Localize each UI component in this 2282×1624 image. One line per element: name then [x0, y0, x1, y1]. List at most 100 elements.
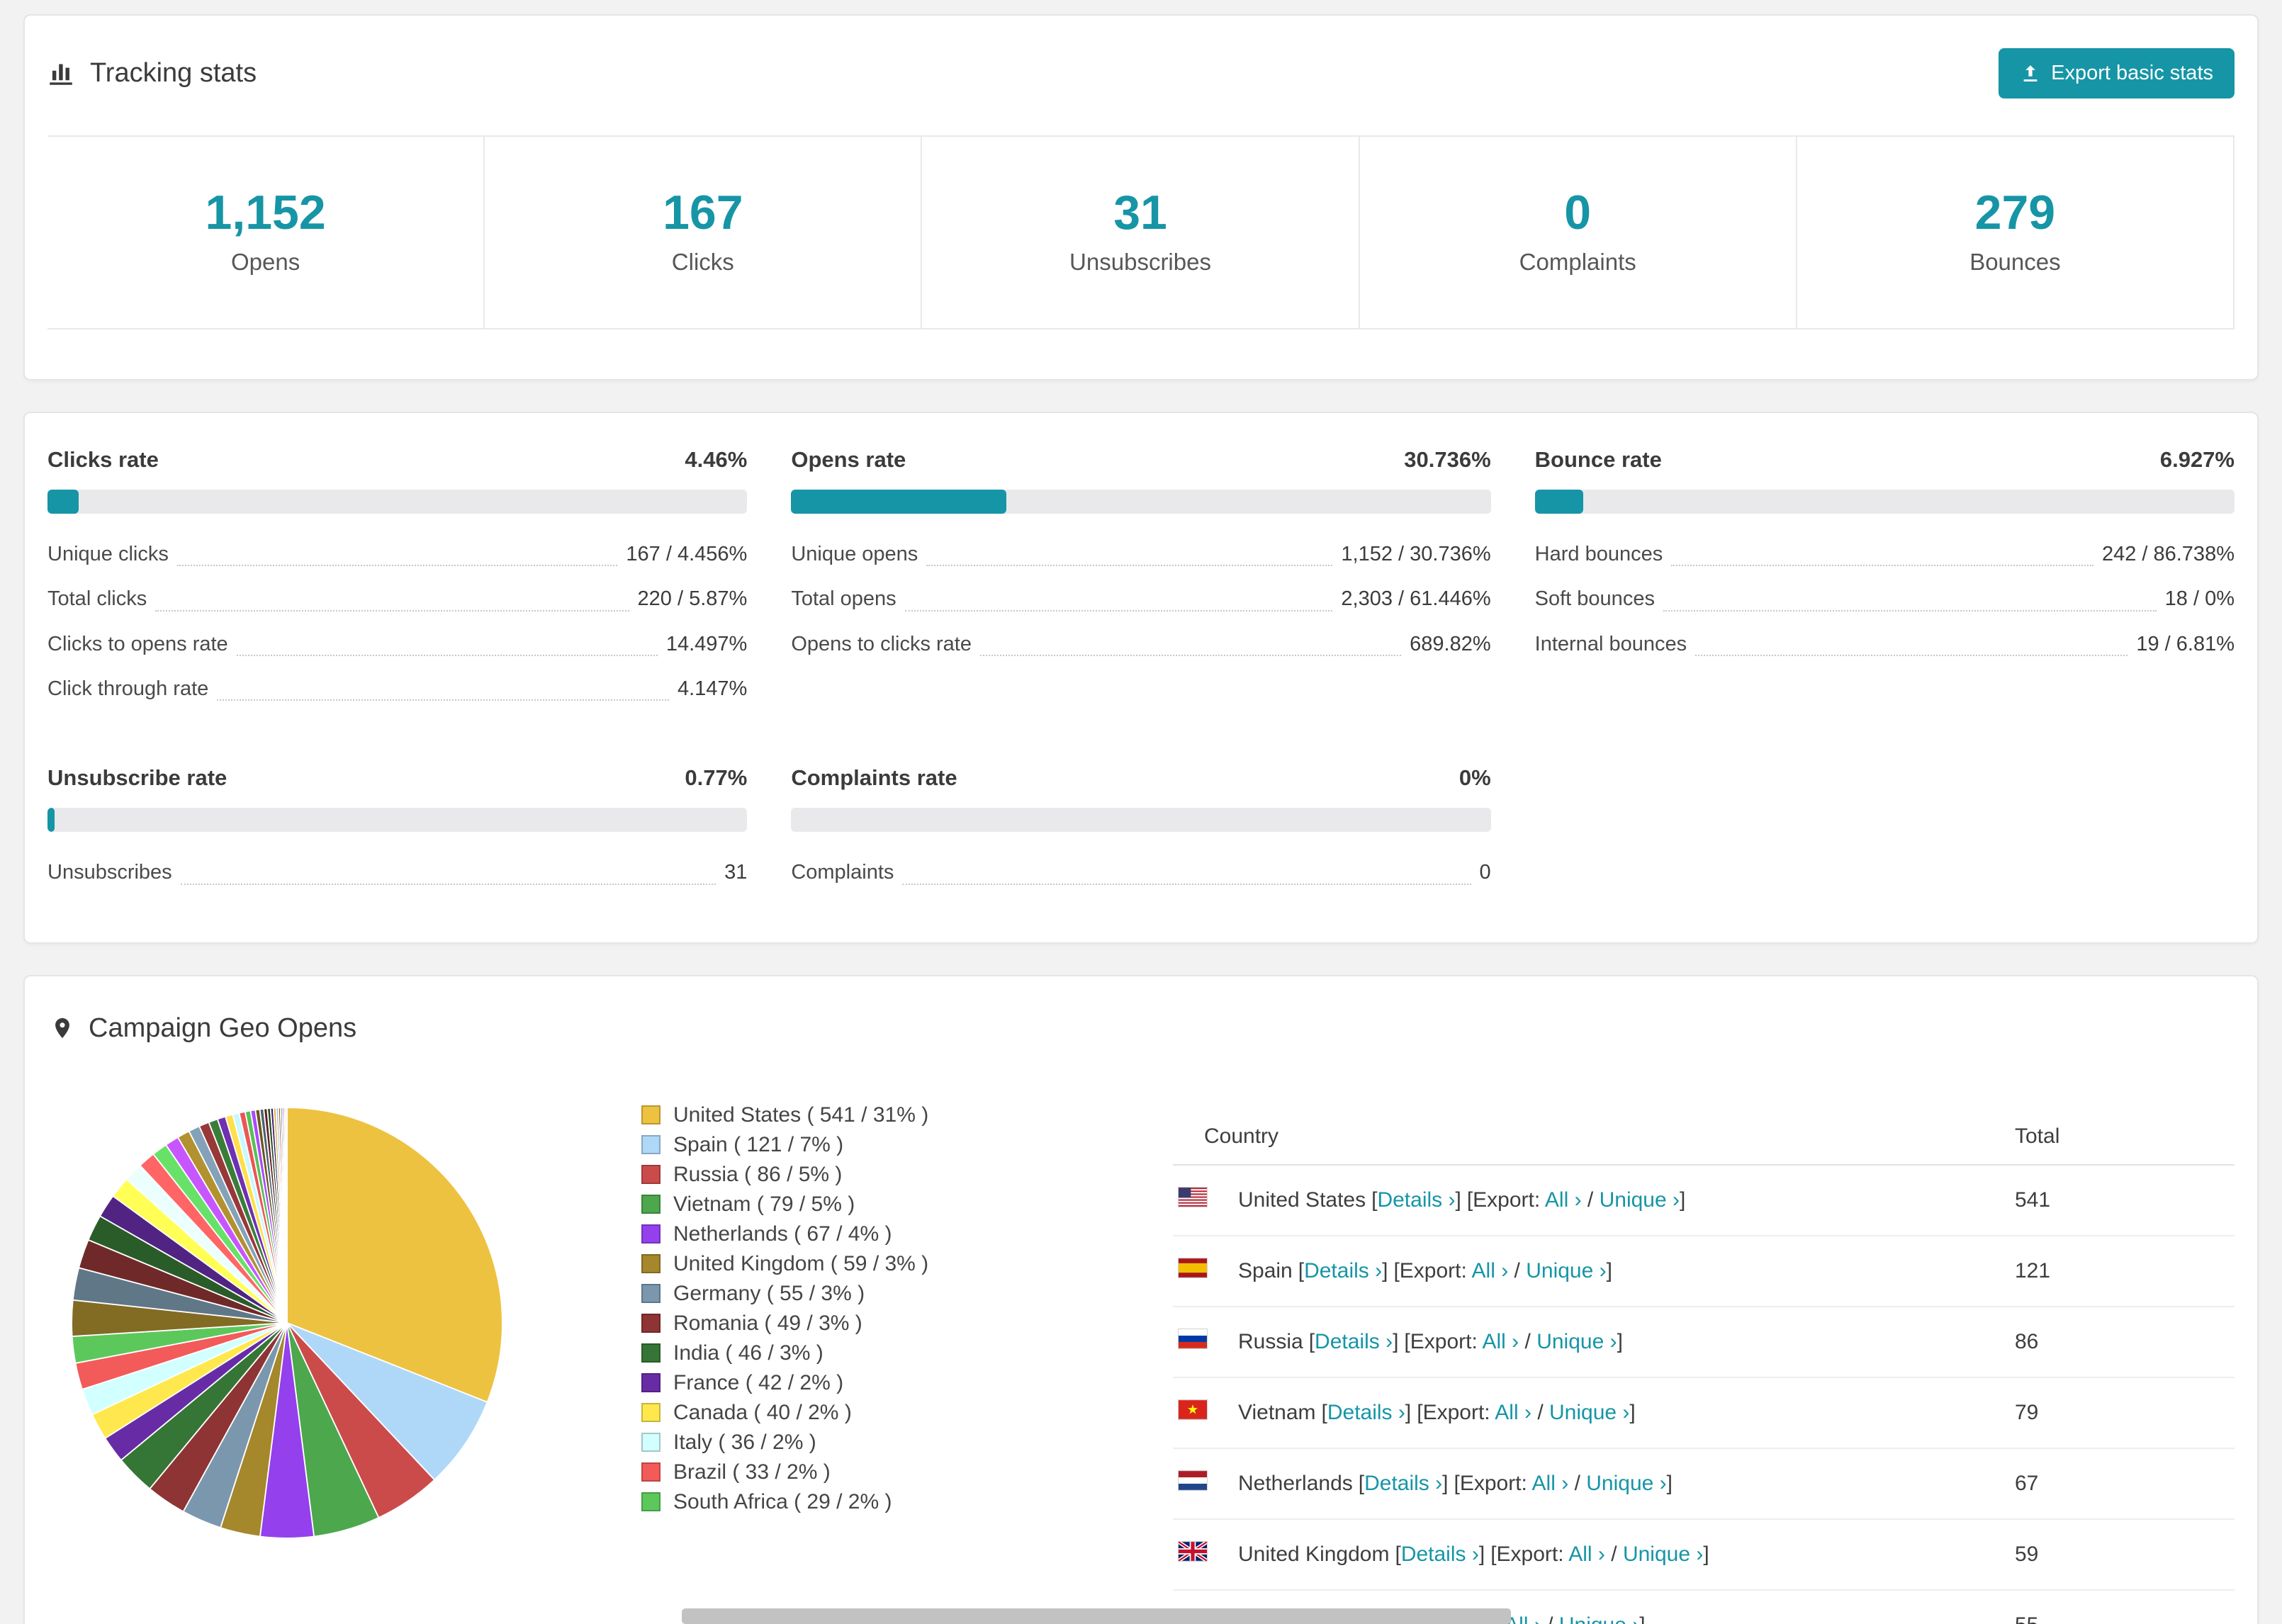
- rate-head: Complaints rate 0%: [791, 765, 1490, 791]
- export-unique-link[interactable]: Unique ›: [1623, 1543, 1703, 1566]
- country-total: 59: [2015, 1542, 2039, 1566]
- dotted-leader: [1695, 651, 2128, 657]
- stat-label: Opens: [230, 249, 300, 275]
- export-link-group: [Export: All › / Unique ›]: [1393, 1259, 1612, 1282]
- bracket-close: ]: [1666, 1471, 1673, 1495]
- rate-block: Opens rate 30.736% Unique opens 1,152 / …: [791, 447, 1491, 711]
- stat-label: Clicks: [671, 249, 734, 275]
- legend-item: United Kingdom ( 59 / 3% ): [641, 1249, 960, 1279]
- details-link[interactable]: Details ›: [1315, 1330, 1393, 1353]
- stat-detail-row: Click through rate 4.147%: [47, 667, 747, 711]
- dotted-leader: [902, 880, 1471, 885]
- detail-value: 689.82%: [1410, 632, 1491, 655]
- country-name: United States: [1238, 1188, 1366, 1212]
- legend-color-swatch: [641, 1314, 661, 1333]
- details-link[interactable]: Details ›: [1304, 1259, 1382, 1282]
- geo-table-row: Russia [Details ›] [Export: All › / Unique…: [1173, 1307, 2235, 1378]
- export-label: [Export:: [1454, 1471, 1527, 1495]
- country-total: 121: [2015, 1258, 2051, 1282]
- export-all-link[interactable]: All ›: [1568, 1543, 1605, 1566]
- export-unique-link[interactable]: Unique ›: [1549, 1401, 1629, 1424]
- legend-label: India ( 46 / 3% ): [673, 1341, 824, 1365]
- rate-rows: Unsubscribes 31: [47, 850, 747, 895]
- geo-table-header-row: Country Total: [1173, 1109, 2235, 1166]
- details-link[interactable]: Details ›: [1377, 1188, 1455, 1212]
- geo-legend: United States ( 541 / 31% ) Spain ( 121 …: [641, 1100, 960, 1517]
- legend-label: France ( 42 / 2% ): [673, 1370, 844, 1394]
- legend-label: Germany ( 55 / 3% ): [673, 1281, 865, 1305]
- country-name: Vietnam: [1238, 1400, 1316, 1424]
- country-column-header: Country: [1204, 1124, 1279, 1148]
- export-all-link[interactable]: All ›: [1482, 1330, 1519, 1353]
- export-all-link[interactable]: All ›: [1532, 1472, 1569, 1495]
- legend-color-swatch: [641, 1343, 661, 1363]
- export-all-link[interactable]: All ›: [1495, 1401, 1531, 1424]
- export-unique-link[interactable]: Unique ›: [1586, 1472, 1666, 1495]
- slash-separator: /: [1537, 1400, 1544, 1424]
- stat-detail-row: Clicks to opens rate 14.497%: [47, 622, 747, 667]
- horizontal-scrollbar-thumb[interactable]: [682, 1608, 1511, 1624]
- export-label: [Export:: [1404, 1329, 1478, 1353]
- detail-label: Total clicks: [47, 587, 147, 611]
- detail-value: 167 / 4.456%: [626, 543, 748, 565]
- detail-value: 220 / 5.87%: [637, 587, 748, 611]
- detail-value: 4.147%: [677, 677, 748, 701]
- detail-label: Click through rate: [47, 677, 209, 701]
- progress-fill: [1534, 490, 1584, 514]
- dotted-leader: [979, 651, 1402, 657]
- stat-value: 31: [1113, 186, 1167, 239]
- total-column-header: Total: [2015, 1124, 2060, 1148]
- details-link-group: [Details ›]: [1298, 1259, 1388, 1282]
- rate-title: Clicks rate: [47, 447, 159, 472]
- rate-title: Unsubscribe rate: [47, 765, 227, 791]
- progress-fill: [47, 808, 55, 833]
- stat-label: Bounces: [1969, 249, 2061, 275]
- export-all-link[interactable]: All ›: [1545, 1188, 1582, 1212]
- details-link[interactable]: Details ›: [1364, 1472, 1442, 1495]
- detail-label: Unique opens: [791, 543, 918, 565]
- dotted-leader: [1671, 561, 2093, 567]
- rate-title: Complaints rate: [791, 765, 957, 791]
- export-unique-link[interactable]: Unique ›: [1526, 1259, 1606, 1282]
- geo-opens-title: Campaign Geo Opens: [89, 1013, 357, 1043]
- detail-label: Clicks to opens rate: [47, 632, 228, 655]
- stat-detail-row: Complaints 0: [791, 850, 1491, 895]
- bracket-close: ]: [1478, 1542, 1485, 1566]
- stat-box: 1,152 Opens: [47, 135, 485, 329]
- tracking-stats-card: Tracking stats Export basic stats 1,152 …: [23, 14, 2259, 380]
- legend-label: Russia ( 86 / 5% ): [673, 1162, 843, 1186]
- stat-detail-row: Hard bounces 242 / 86.738%: [1535, 532, 2235, 577]
- dotted-leader: [180, 880, 716, 885]
- legend-item: Italy ( 36 / 2% ): [641, 1428, 960, 1457]
- detail-label: Internal bounces: [1534, 632, 1687, 655]
- dotted-leader: [236, 651, 658, 657]
- country-total: 541: [2015, 1188, 2051, 1212]
- legend-item: United States ( 541 / 31% ): [641, 1100, 960, 1130]
- country-flag-icon: [1179, 1471, 1207, 1491]
- details-link[interactable]: Details ›: [1327, 1401, 1405, 1424]
- progress-track: [47, 808, 748, 833]
- export-unique-link[interactable]: Unique ›: [1536, 1330, 1617, 1353]
- bracket-open: [: [1308, 1329, 1315, 1353]
- country-name: United Kingdom: [1238, 1542, 1390, 1566]
- geo-table: Country Total United States [Details ›] [E…: [1173, 1109, 2235, 1624]
- legend-label: Brazil ( 33 / 2% ): [673, 1460, 831, 1484]
- export-link-group: [Export: All › / Unique ›]: [1454, 1472, 1673, 1495]
- rate-rows: Complaints 0: [791, 850, 1491, 895]
- rate-block: Complaints rate 0% Complaints 0: [791, 765, 1491, 895]
- details-link[interactable]: Details ›: [1401, 1543, 1479, 1566]
- rate-block: Clicks rate 4.46% Unique clicks 167 / 4.…: [47, 447, 748, 711]
- geo-pie-wrap: [67, 1103, 507, 1543]
- flag-cell: [1173, 1329, 1238, 1354]
- export-unique-link[interactable]: Unique ›: [1559, 1613, 1639, 1624]
- geo-opens-header: Campaign Geo Opens: [25, 1013, 2257, 1044]
- export-unique-link[interactable]: Unique ›: [1600, 1188, 1680, 1212]
- country-total: 67: [2015, 1471, 2039, 1495]
- export-basic-stats-button[interactable]: Export basic stats: [1999, 48, 2235, 98]
- export-all-link[interactable]: All ›: [1472, 1259, 1509, 1282]
- legend-color-swatch: [641, 1403, 661, 1423]
- stat-box: 167 Clicks: [485, 135, 923, 329]
- legend-item: France ( 42 / 2% ): [641, 1368, 960, 1398]
- flag-cell: [1173, 1471, 1238, 1496]
- detail-label: Opens to clicks rate: [791, 632, 972, 655]
